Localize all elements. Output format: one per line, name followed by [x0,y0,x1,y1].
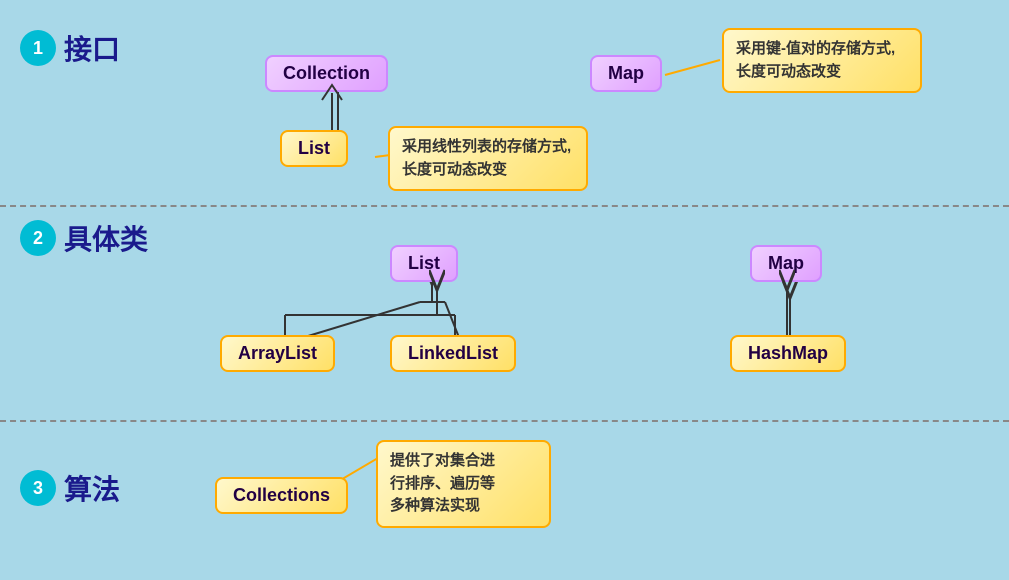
section-3-title: 算法 [64,468,120,508]
hashmap-node: HashMap [730,335,846,372]
section-1-badge: 1 [20,30,56,66]
arraylist-node: ArrayList [220,335,335,372]
map2-node: Map [750,245,822,282]
section-2-header: 2 具体类 [20,218,152,258]
collections-node: Collections [215,477,348,514]
linkedlist-node: LinkedList [390,335,516,372]
section-3-header: 3 算法 [20,468,124,508]
map1-callout: 采用键-值对的存储方式, 长度可动态改变 [722,28,922,93]
list1-node: List [280,130,348,167]
list1-callout-text: 采用线性列表的存储方式,长度可动态改变 [402,138,571,178]
collections-callout-text: 提供了对集合进行排序、遍历等多种算法实现 [390,452,495,514]
section-1-title: 接口 [64,28,120,68]
map1-node: Map [590,55,662,92]
list1-callout: 采用线性列表的存储方式,长度可动态改变 [388,126,588,191]
collection-node: Collection [265,55,388,92]
map1-callout-text: 采用键-值对的存储方式, 长度可动态改变 [736,40,895,80]
divider-1 [0,205,1009,207]
list2-node: List [390,245,458,282]
section-2-badge: 2 [20,220,56,256]
section-1-header: 1 接口 [20,28,124,68]
section-2-title: 具体类 [64,218,148,258]
divider-2 [0,420,1009,422]
collections-callout: 提供了对集合进行排序、遍历等多种算法实现 [376,440,551,528]
section-3-badge: 3 [20,470,56,506]
